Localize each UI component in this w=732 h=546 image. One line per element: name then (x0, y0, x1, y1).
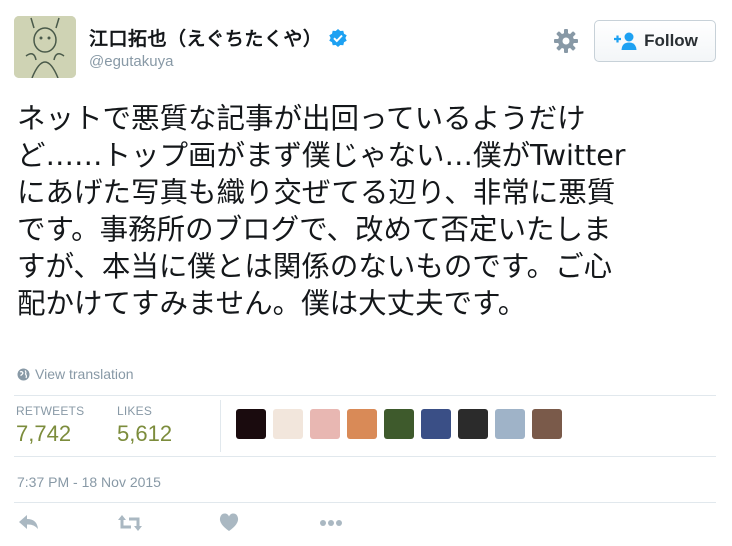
verified-badge-icon (329, 29, 348, 47)
liker-avatar[interactable] (495, 409, 525, 439)
follow-button[interactable]: Follow (594, 20, 716, 62)
likes-count[interactable]: 5,612 (117, 421, 172, 447)
liker-avatar[interactable] (347, 409, 377, 439)
retweets-stat[interactable]: RETWEETS 7,742 (16, 404, 84, 447)
retweets-label: RETWEETS (16, 404, 85, 418)
liker-avatar[interactable] (384, 409, 414, 439)
tweet-line: ネットで悪質な記事が出回っているようだけ (17, 102, 586, 135)
divider (14, 456, 716, 457)
like-icon[interactable] (218, 510, 240, 536)
liker-avatar[interactable] (236, 409, 266, 439)
likes-stat[interactable]: LIKES 5,612 (117, 404, 172, 447)
liker-avatars (236, 409, 569, 439)
liker-avatar[interactable] (458, 409, 488, 439)
author-avatar[interactable] (14, 16, 76, 78)
tweet-actions (0, 510, 732, 540)
add-user-icon (614, 32, 637, 50)
follow-label: Follow (644, 31, 698, 50)
more-icon[interactable] (318, 510, 344, 536)
tweet-line: です。事務所のブログで、改めて否定いたしま (17, 213, 612, 246)
view-translation-label[interactable]: View translation (35, 366, 134, 382)
gear-icon[interactable] (553, 28, 579, 54)
reply-icon[interactable] (17, 510, 41, 536)
tweet-line: すが、本当に僕とは関係のないものです。ご心 (17, 250, 613, 283)
view-translation-link[interactable]: View translation (17, 366, 134, 382)
globe-icon (17, 368, 30, 380)
liker-avatar[interactable] (532, 409, 562, 439)
divider (14, 502, 716, 503)
tweet-line: にあげた写真も織り交ぜてる辺り、非常に悪質 (17, 176, 616, 209)
retweet-icon[interactable] (117, 510, 143, 536)
liker-avatar[interactable] (421, 409, 451, 439)
tweet-text: ネットで悪質な記事が出回っているようだけ ど……トップ画がまず僕じゃない…僕がT… (17, 100, 717, 322)
tweet-line: ど……トップ画がまず僕じゃない…僕がTwitter (17, 139, 626, 172)
tweet-timestamp[interactable]: 7:37 PM - 18 Nov 2015 (17, 474, 161, 490)
likes-label: LIKES (117, 404, 153, 418)
liker-avatar[interactable] (273, 409, 303, 439)
retweets-count[interactable]: 7,742 (16, 421, 84, 447)
avatar-image (14, 16, 76, 78)
divider (14, 395, 716, 396)
author-handle[interactable]: @egutakuya (89, 53, 173, 70)
liker-avatar[interactable] (310, 409, 340, 439)
stats-separator (220, 400, 221, 452)
tweet-line: 配かけてすみません。僕は大丈夫です。 (17, 287, 527, 320)
display-name-text[interactable]: 江口拓也（えぐちたくや） (89, 28, 322, 50)
author-display-name[interactable]: 江口拓也（えぐちたくや） (89, 24, 348, 51)
